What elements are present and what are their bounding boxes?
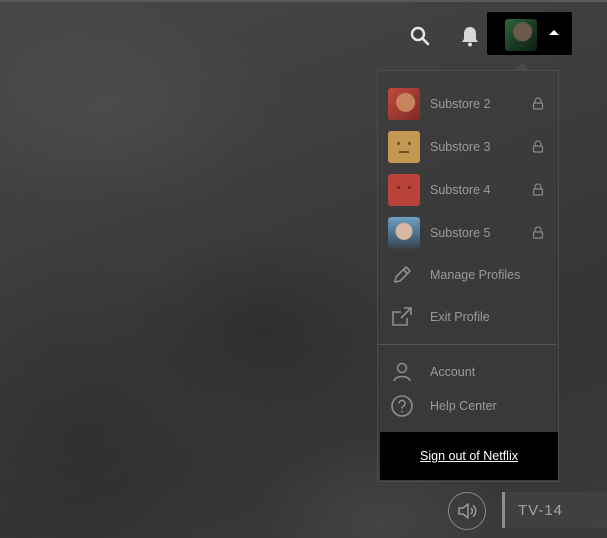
profile-name: Substore 2 [430,97,491,111]
search-icon[interactable] [410,26,430,46]
exit-profile-label: Exit Profile [430,310,490,324]
profile-item-substore-5[interactable]: Substore 5 [388,217,554,249]
profile-name: Substore 4 [430,183,491,197]
avatar-yellow-face [388,131,420,163]
maturity-rating: TV-14 [518,502,564,519]
profile-name: Substore 3 [430,140,491,154]
account-item[interactable]: Account [390,360,550,384]
pencil-icon [394,266,411,283]
help-icon [391,395,413,417]
lock-icon [532,183,544,196]
current-profile-avatar [505,19,537,51]
avatar-red-face [388,174,420,206]
sign-out-button[interactable]: Sign out of Netflix [380,432,558,480]
menu-pointer [515,63,529,70]
bell-icon[interactable] [459,25,481,47]
lock-icon [532,226,544,239]
volume-button[interactable] [448,492,486,530]
sign-out-label: Sign out of Netflix [420,449,518,463]
profile-name: Substore 5 [430,226,491,240]
help-center-item[interactable]: Help Center [390,394,550,418]
avatar-man-mustache [388,88,420,120]
lock-icon [532,140,544,153]
exit-icon [392,307,412,326]
user-icon [393,362,411,382]
volume-icon [458,503,477,519]
profile-item-substore-2[interactable]: Substore 2 [388,88,554,120]
manage-profiles-label: Manage Profiles [430,268,521,282]
menu-divider [377,344,557,345]
profile-item-substore-4[interactable]: Substore 4 [388,174,554,206]
exit-profile-item[interactable]: Exit Profile [390,305,550,329]
top-border [0,0,607,2]
manage-profiles-item[interactable]: Manage Profiles [390,263,550,287]
caret-up-icon [549,30,559,35]
help-center-label: Help Center [430,399,497,413]
account-label: Account [430,365,476,379]
profile-menu-button[interactable] [487,12,572,55]
profile-item-substore-3[interactable]: Substore 3 [388,131,554,163]
avatar-man-suit [388,217,420,249]
lock-icon [532,97,544,110]
